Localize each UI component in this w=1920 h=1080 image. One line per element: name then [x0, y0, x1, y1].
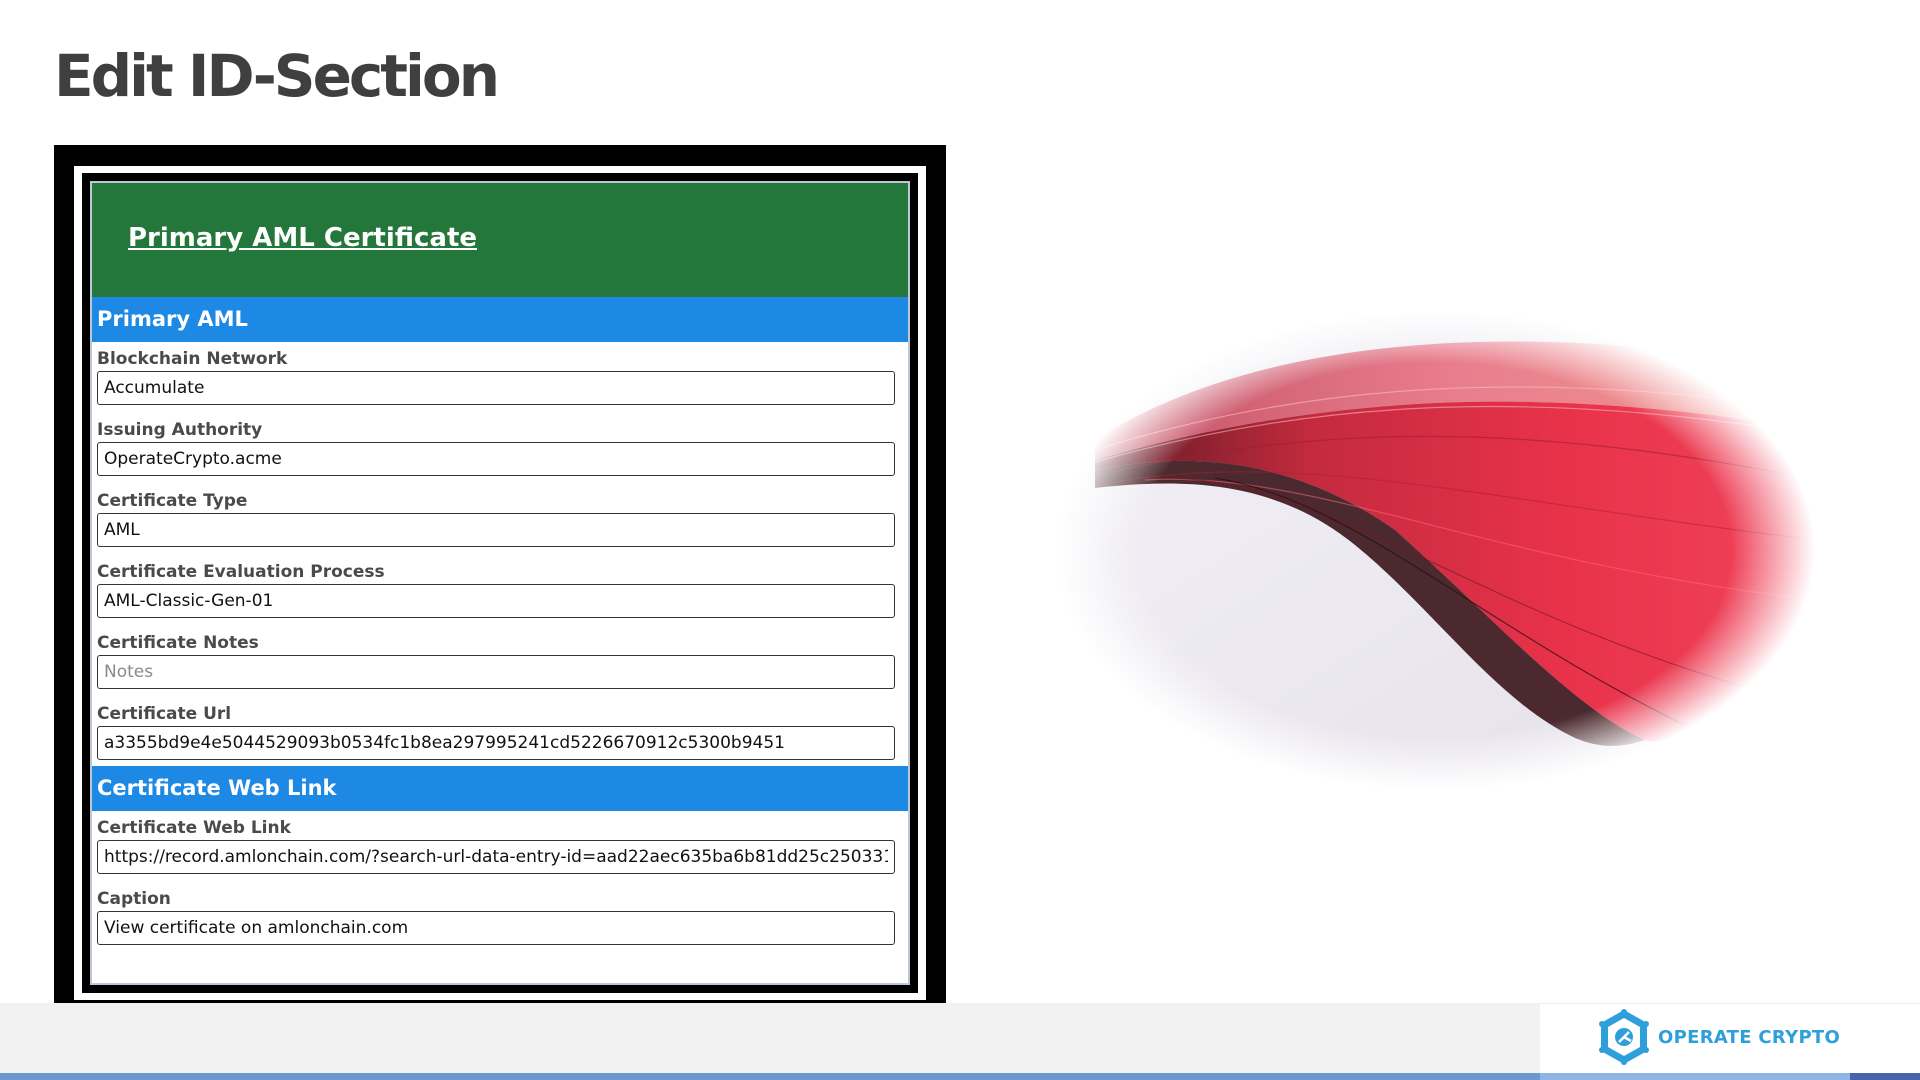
operate-crypto-logo[interactable]: OPERATE CRYPTO: [1598, 1008, 1840, 1066]
field-label: Certificate Evaluation Process: [97, 562, 385, 582]
field-certificate-type: Certificate Type: [92, 484, 908, 547]
certificate-card: Primary AML Certificate Primary AML Bloc…: [90, 181, 910, 985]
field-certificate-url: Certificate Url: [92, 697, 908, 760]
slide-title: Edit ID-Section: [54, 42, 500, 110]
certificate-url-input[interactable]: [97, 726, 895, 760]
logo-text: OPERATE CRYPTO: [1658, 1026, 1841, 1048]
field-caption: Caption: [92, 882, 908, 945]
field-label: Blockchain Network: [97, 349, 288, 369]
field-label: Certificate Url: [97, 704, 232, 724]
field-certificate-notes: Certificate Notes: [92, 626, 908, 689]
caption-input[interactable]: [97, 911, 895, 945]
slide: Edit ID-Section Primary AML Certificate …: [0, 0, 1920, 1080]
certificate-type-input[interactable]: [97, 513, 895, 547]
issuing-authority-input[interactable]: [97, 442, 895, 476]
hexagon-logo-icon: [1599, 1009, 1649, 1065]
section-heading-primary-aml: Primary AML: [92, 297, 908, 342]
field-certificate-evaluation-process: Certificate Evaluation Process: [92, 555, 908, 618]
section-heading-certificate-web-link: Certificate Web Link: [92, 766, 908, 811]
blockchain-network-input[interactable]: [97, 371, 895, 405]
field-issuing-authority: Issuing Authority: [92, 413, 908, 476]
field-label: Certificate Notes: [97, 633, 259, 653]
card-header: Primary AML Certificate: [92, 183, 908, 297]
certificate-notes-input[interactable]: [97, 655, 895, 689]
card-title[interactable]: Primary AML Certificate: [128, 223, 477, 253]
field-label: Certificate Type: [97, 491, 248, 511]
field-blockchain-network: Blockchain Network: [92, 342, 908, 405]
decorative-paper-waves-image: [1055, 310, 1815, 790]
field-label: Caption: [97, 889, 171, 909]
field-label: Certificate Web Link: [97, 818, 291, 838]
certificate-web-link-input[interactable]: [97, 840, 895, 874]
certificate-evaluation-process-input[interactable]: [97, 584, 895, 618]
screenshot-frame: Primary AML Certificate Primary AML Bloc…: [54, 145, 946, 1022]
field-label: Issuing Authority: [97, 420, 263, 440]
field-certificate-web-link: Certificate Web Link: [92, 811, 908, 874]
